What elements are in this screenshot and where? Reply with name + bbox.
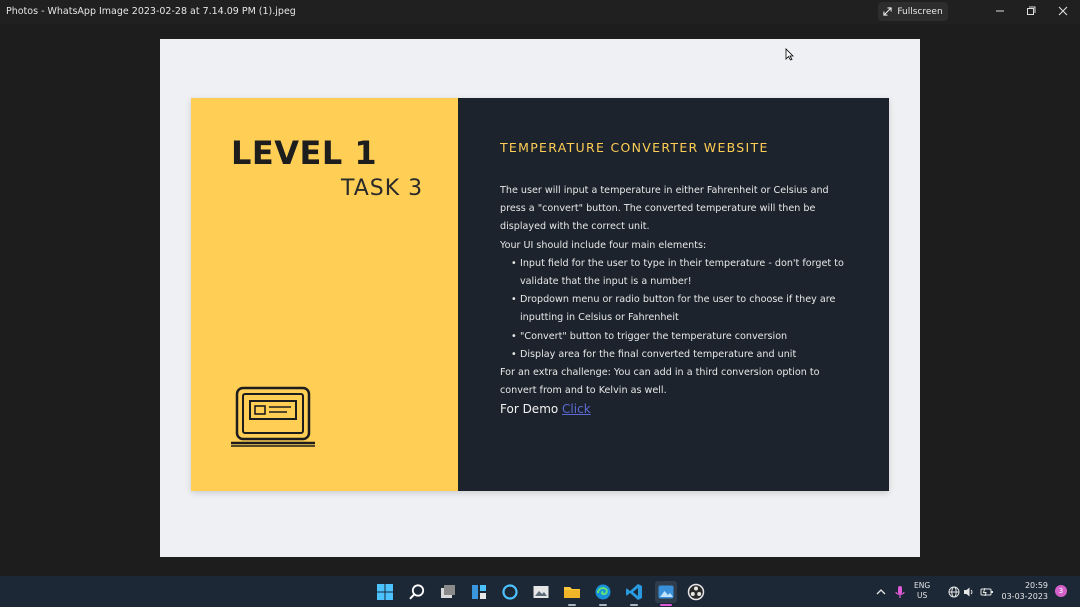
mouse-cursor-icon bbox=[785, 48, 794, 61]
expand-icon bbox=[883, 7, 892, 16]
restore-button[interactable] bbox=[1021, 3, 1041, 19]
widgets-icon bbox=[472, 585, 486, 599]
photos-legacy-button[interactable] bbox=[531, 582, 551, 602]
fullscreen-label: Fullscreen bbox=[897, 6, 943, 17]
search-icon bbox=[409, 584, 425, 600]
microphone-button[interactable] bbox=[890, 582, 910, 602]
notification-badge[interactable]: 3 bbox=[1055, 585, 1067, 597]
show-hidden-icons-button[interactable] bbox=[871, 582, 891, 602]
region-code: US bbox=[916, 591, 928, 600]
close-icon bbox=[1058, 6, 1068, 16]
slide-right-panel: TEMPERATURE CONVERTER WEBSITE The user w… bbox=[458, 98, 889, 491]
widgets-button[interactable] bbox=[469, 582, 489, 602]
image-gallery-icon bbox=[533, 586, 549, 598]
cortana-button[interactable] bbox=[500, 582, 520, 602]
list-item: Input field for the user to type in thei… bbox=[511, 255, 855, 291]
search-button[interactable] bbox=[407, 582, 427, 602]
list-item: "Convert" button to trigger the temperat… bbox=[511, 328, 855, 346]
battery-button[interactable] bbox=[977, 582, 997, 602]
language-code: ENG bbox=[914, 581, 931, 590]
start-button[interactable] bbox=[375, 582, 395, 602]
laptop-icon bbox=[231, 386, 315, 447]
task-slide: LEVEL 1 TASK 3 TEMPERATURE CONVERTER WEB… bbox=[191, 98, 889, 491]
slide-left-panel: LEVEL 1 TASK 3 bbox=[191, 98, 458, 491]
task-view-icon bbox=[441, 585, 455, 598]
obs-button[interactable] bbox=[686, 582, 706, 602]
battery-icon bbox=[980, 587, 993, 597]
taskbar: ENG US 20:59 03-03-2023 3 bbox=[0, 576, 1080, 607]
challenge-text: For an extra challenge: You can add in a… bbox=[500, 367, 820, 397]
list-item: Display area for the final converted tem… bbox=[511, 346, 855, 364]
running-indicator bbox=[568, 604, 576, 606]
running-indicator bbox=[599, 604, 607, 606]
running-indicator bbox=[630, 604, 638, 606]
fullscreen-button[interactable]: Fullscreen bbox=[878, 2, 948, 21]
list-item: Dropdown menu or radio button for the us… bbox=[511, 291, 855, 327]
cortana-icon bbox=[502, 584, 518, 600]
slide-body: The user will input a temperature in eit… bbox=[500, 182, 855, 400]
close-button[interactable] bbox=[1053, 3, 1073, 19]
clock-time: 20:59 bbox=[1024, 581, 1048, 590]
windows-icon bbox=[377, 584, 393, 600]
active-indicator bbox=[660, 604, 672, 606]
level-title: LEVEL 1 bbox=[231, 134, 378, 172]
vscode-icon bbox=[626, 584, 642, 600]
demo-link[interactable]: Click bbox=[562, 402, 591, 416]
vscode-button[interactable] bbox=[624, 582, 644, 606]
requirements-list: Input field for the user to type in thei… bbox=[500, 255, 855, 364]
photos-app-icon bbox=[658, 585, 674, 599]
task-view-button[interactable] bbox=[438, 582, 458, 602]
microphone-icon bbox=[895, 586, 905, 598]
obs-recorder-icon bbox=[687, 583, 705, 601]
minimize-icon bbox=[996, 10, 1004, 12]
demo-label: For Demo bbox=[500, 402, 559, 416]
restore-icon bbox=[1027, 6, 1036, 15]
demo-line: For Demo Click bbox=[500, 402, 591, 416]
task-title: TASK 3 bbox=[341, 176, 424, 201]
photos-button[interactable] bbox=[655, 581, 677, 606]
volume-button[interactable] bbox=[959, 582, 979, 602]
minimize-button[interactable] bbox=[990, 3, 1010, 19]
window-title: Photos - WhatsApp Image 2023-02-28 at 7.… bbox=[6, 6, 296, 17]
slide-heading: TEMPERATURE CONVERTER WEBSITE bbox=[500, 140, 769, 155]
folder-icon bbox=[564, 587, 580, 598]
clock-date: 03-03-2023 bbox=[1001, 592, 1049, 601]
system-clock[interactable]: 20:59 03-03-2023 bbox=[998, 580, 1049, 602]
speaker-icon bbox=[964, 587, 973, 597]
intro-text: The user will input a temperature in eit… bbox=[500, 185, 829, 233]
edge-browser-icon bbox=[595, 584, 611, 600]
ui-intro-text: Your UI should include four main element… bbox=[500, 239, 707, 251]
chevron-up-icon bbox=[876, 589, 886, 595]
edge-button[interactable] bbox=[593, 582, 613, 606]
title-bar: Photos - WhatsApp Image 2023-02-28 at 7.… bbox=[0, 0, 1080, 24]
file-explorer-button[interactable] bbox=[562, 582, 582, 606]
language-indicator[interactable]: ENG US bbox=[914, 581, 930, 601]
